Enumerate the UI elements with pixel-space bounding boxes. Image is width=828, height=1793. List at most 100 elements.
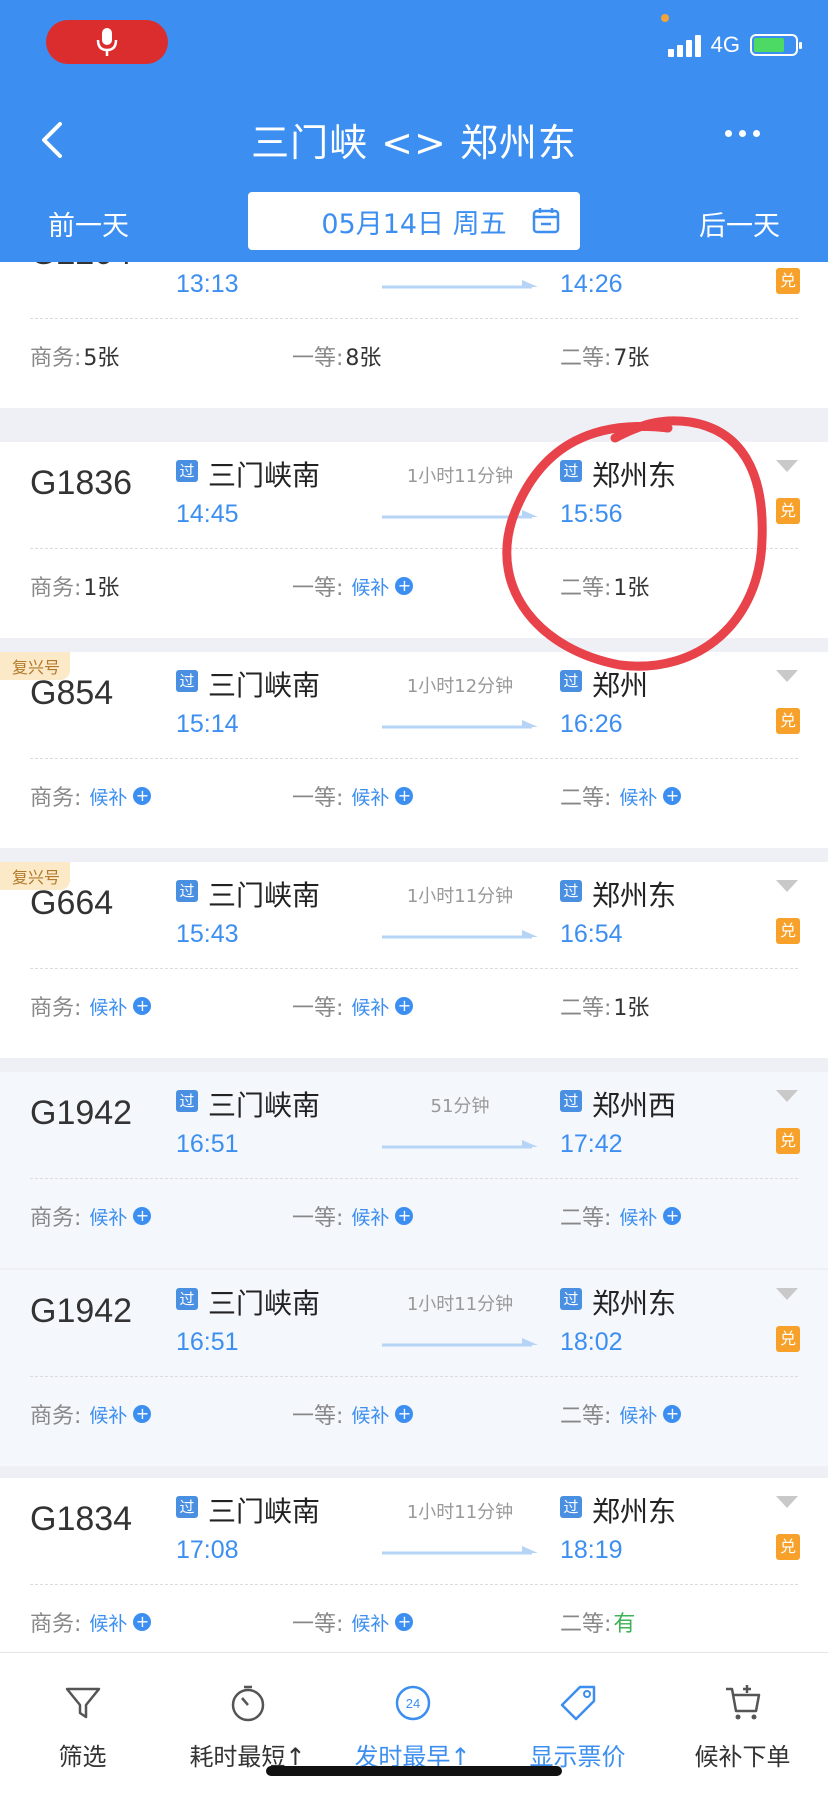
waitlist-link[interactable]: 候补 [619,1203,657,1230]
seat-business[interactable]: 商务: 候补 + [30,1398,152,1430]
waitlist-link[interactable]: 候补 [619,1401,657,1428]
seat-label: 二等: [560,346,612,371]
exchange-badge[interactable]: 兑 [776,1534,800,1560]
plus-circle-icon[interactable]: + [663,1405,682,1423]
waitlist-link[interactable]: 候补 [89,993,127,1020]
seat-first[interactable]: 一等: 候补 + [292,990,414,1022]
next-day-button[interactable]: 后一天 [699,204,780,243]
plus-circle-icon[interactable]: + [395,1207,414,1225]
previous-day-button[interactable]: 前一天 [48,204,129,243]
to-station: 郑州西 [592,1089,677,1122]
direction-arrow-icon [382,280,538,289]
train-card[interactable]: G1942 过三门峡南 16:51 1小时11分钟过郑州东 18:02 兑商务: 候补 + 一等… [0,1270,828,1466]
seat-business[interactable]: 商务: 候补 + [30,990,152,1022]
to-station: 郑州东 [592,1287,677,1320]
seat-availability: 5张 [83,346,120,371]
seat-label: 二等: [560,786,612,811]
seat-first[interactable]: 一等: 候补 + [292,1398,414,1430]
pass-station-tag: 过 [176,1090,198,1112]
departure-time: 16:51 [176,1130,239,1158]
back-button[interactable] [32,118,72,162]
plus-circle-icon[interactable]: + [133,1613,152,1631]
train-card[interactable]: 复兴号 G664 过三门峡南 15:43 1小时11分钟过郑州东 16:54 兑商务: 候补 +… [0,862,828,1058]
to-station: 郑州东 [592,262,676,264]
pass-station-tag: 过 [176,670,198,692]
seat-first[interactable]: 一等: 候补 + [292,780,414,812]
plus-circle-icon[interactable]: + [133,1405,152,1423]
tab-waitlist-order[interactable]: 候补下单 [660,1653,825,1793]
chevron-down-icon[interactable] [776,1496,798,1510]
train-list[interactable]: G2204过三门峡南13:131小时13分钟终郑州东14:26兑商务:5张一等:… [0,262,828,1652]
seat-first[interactable]: 一等: 候补 + [292,570,414,602]
seat-second[interactable]: 二等: 候补 + [560,1398,682,1430]
pass-station-tag: 过 [560,1288,582,1310]
arrival-time: 16:54 [560,920,623,948]
waitlist-link[interactable]: 候补 [351,1203,389,1230]
chevron-down-icon[interactable] [776,460,798,474]
plus-circle-icon[interactable]: + [395,787,414,805]
plus-circle-icon[interactable]: + [663,787,682,805]
travel-duration: 1小时12分钟 [406,676,514,697]
plus-circle-icon[interactable]: + [395,997,414,1015]
train-card[interactable]: 复兴号 G854 过三门峡南 15:14 1小时12分钟过郑州 16:26 兑商务: 候补 + 一… [0,652,828,848]
seat-business[interactable]: 商务: 候补 + [30,780,152,812]
tab-filter[interactable]: 筛选 [0,1653,165,1793]
exchange-badge[interactable]: 兑 [776,1128,800,1154]
home-indicator [266,1766,562,1776]
seat-first: 一等: 8张 [292,340,381,372]
seat-business[interactable]: 商务: 候补 + [30,1606,152,1638]
seat-business[interactable]: 商务: 候补 + [30,1200,152,1232]
plus-circle-icon[interactable]: + [133,1207,152,1225]
train-card[interactable]: G1942 过三门峡南 16:51 51分钟过郑州西 17:42 兑商务: 候补 + 一等: 候补… [0,1072,828,1268]
chevron-left-icon [42,122,62,158]
plus-circle-icon[interactable]: + [395,1613,414,1631]
seat-label: 二等: [560,1404,612,1429]
plus-circle-icon[interactable]: + [395,577,414,595]
seat-first[interactable]: 一等: 候补 + [292,1200,414,1232]
selected-date: 05月14日 周五 [321,208,507,240]
plus-circle-icon[interactable]: + [133,997,152,1015]
plus-circle-icon[interactable]: + [395,1405,414,1423]
card-divider [30,1584,798,1585]
seat-second[interactable]: 二等: 候补 + [560,780,682,812]
train-card[interactable]: G1834 过三门峡南 17:08 1小时11分钟过郑州东 18:19 兑商务: 候补 + 一等… [0,1478,828,1652]
pass-station-tag: 过 [560,1496,582,1518]
train-card[interactable]: G1836 过三门峡南 14:45 1小时11分钟过郑州东 15:56 兑商务: 1张 一等:… [0,442,828,638]
direction-arrow-icon [382,930,538,939]
waitlist-link[interactable]: 候补 [619,783,657,810]
date-selector[interactable]: 05月14日 周五 [248,192,580,250]
waitlist-link[interactable]: 候补 [89,1203,127,1230]
plus-circle-icon[interactable]: + [663,1207,682,1225]
seat-second[interactable]: 二等: 候补 + [560,1200,682,1232]
voice-recording-indicator[interactable] [46,20,168,64]
departure-time: 15:14 [176,710,239,738]
exchange-badge[interactable]: 兑 [776,918,800,944]
arrival-time: 16:26 [560,710,623,738]
waitlist-link[interactable]: 候补 [89,1401,127,1428]
exchange-badge[interactable]: 兑 [776,498,800,524]
seat-availability: 8张 [345,346,382,371]
more-options-button[interactable] [725,130,760,137]
direction-arrow-icon [382,1338,538,1347]
chevron-down-icon[interactable] [776,670,798,684]
seat-first[interactable]: 一等: 候补 + [292,1606,414,1638]
travel-duration: 1小时11分钟 [406,466,514,487]
exchange-badge[interactable]: 兑 [776,1326,800,1352]
chevron-down-icon[interactable] [776,1090,798,1104]
exchange-badge[interactable]: 兑 [776,268,800,294]
from-station: 三门峡南 [208,262,320,264]
chevron-down-icon[interactable] [776,1288,798,1302]
exchange-badge[interactable]: 兑 [776,708,800,734]
seat-label: 一等: [292,786,344,811]
waitlist-link[interactable]: 候补 [89,1609,127,1636]
chevron-down-icon[interactable] [776,880,798,894]
waitlist-link[interactable]: 候补 [351,993,389,1020]
waitlist-link[interactable]: 候补 [351,573,389,600]
waitlist-link[interactable]: 候补 [351,783,389,810]
plus-circle-icon[interactable]: + [133,787,152,805]
train-card[interactable]: G2204过三门峡南13:131小时13分钟终郑州东14:26兑商务:5张一等:… [0,262,828,408]
waitlist-link[interactable]: 候补 [89,783,127,810]
waitlist-link[interactable]: 候补 [351,1401,389,1428]
waitlist-link[interactable]: 候补 [351,1609,389,1636]
train-number: G1942 [30,1094,133,1132]
